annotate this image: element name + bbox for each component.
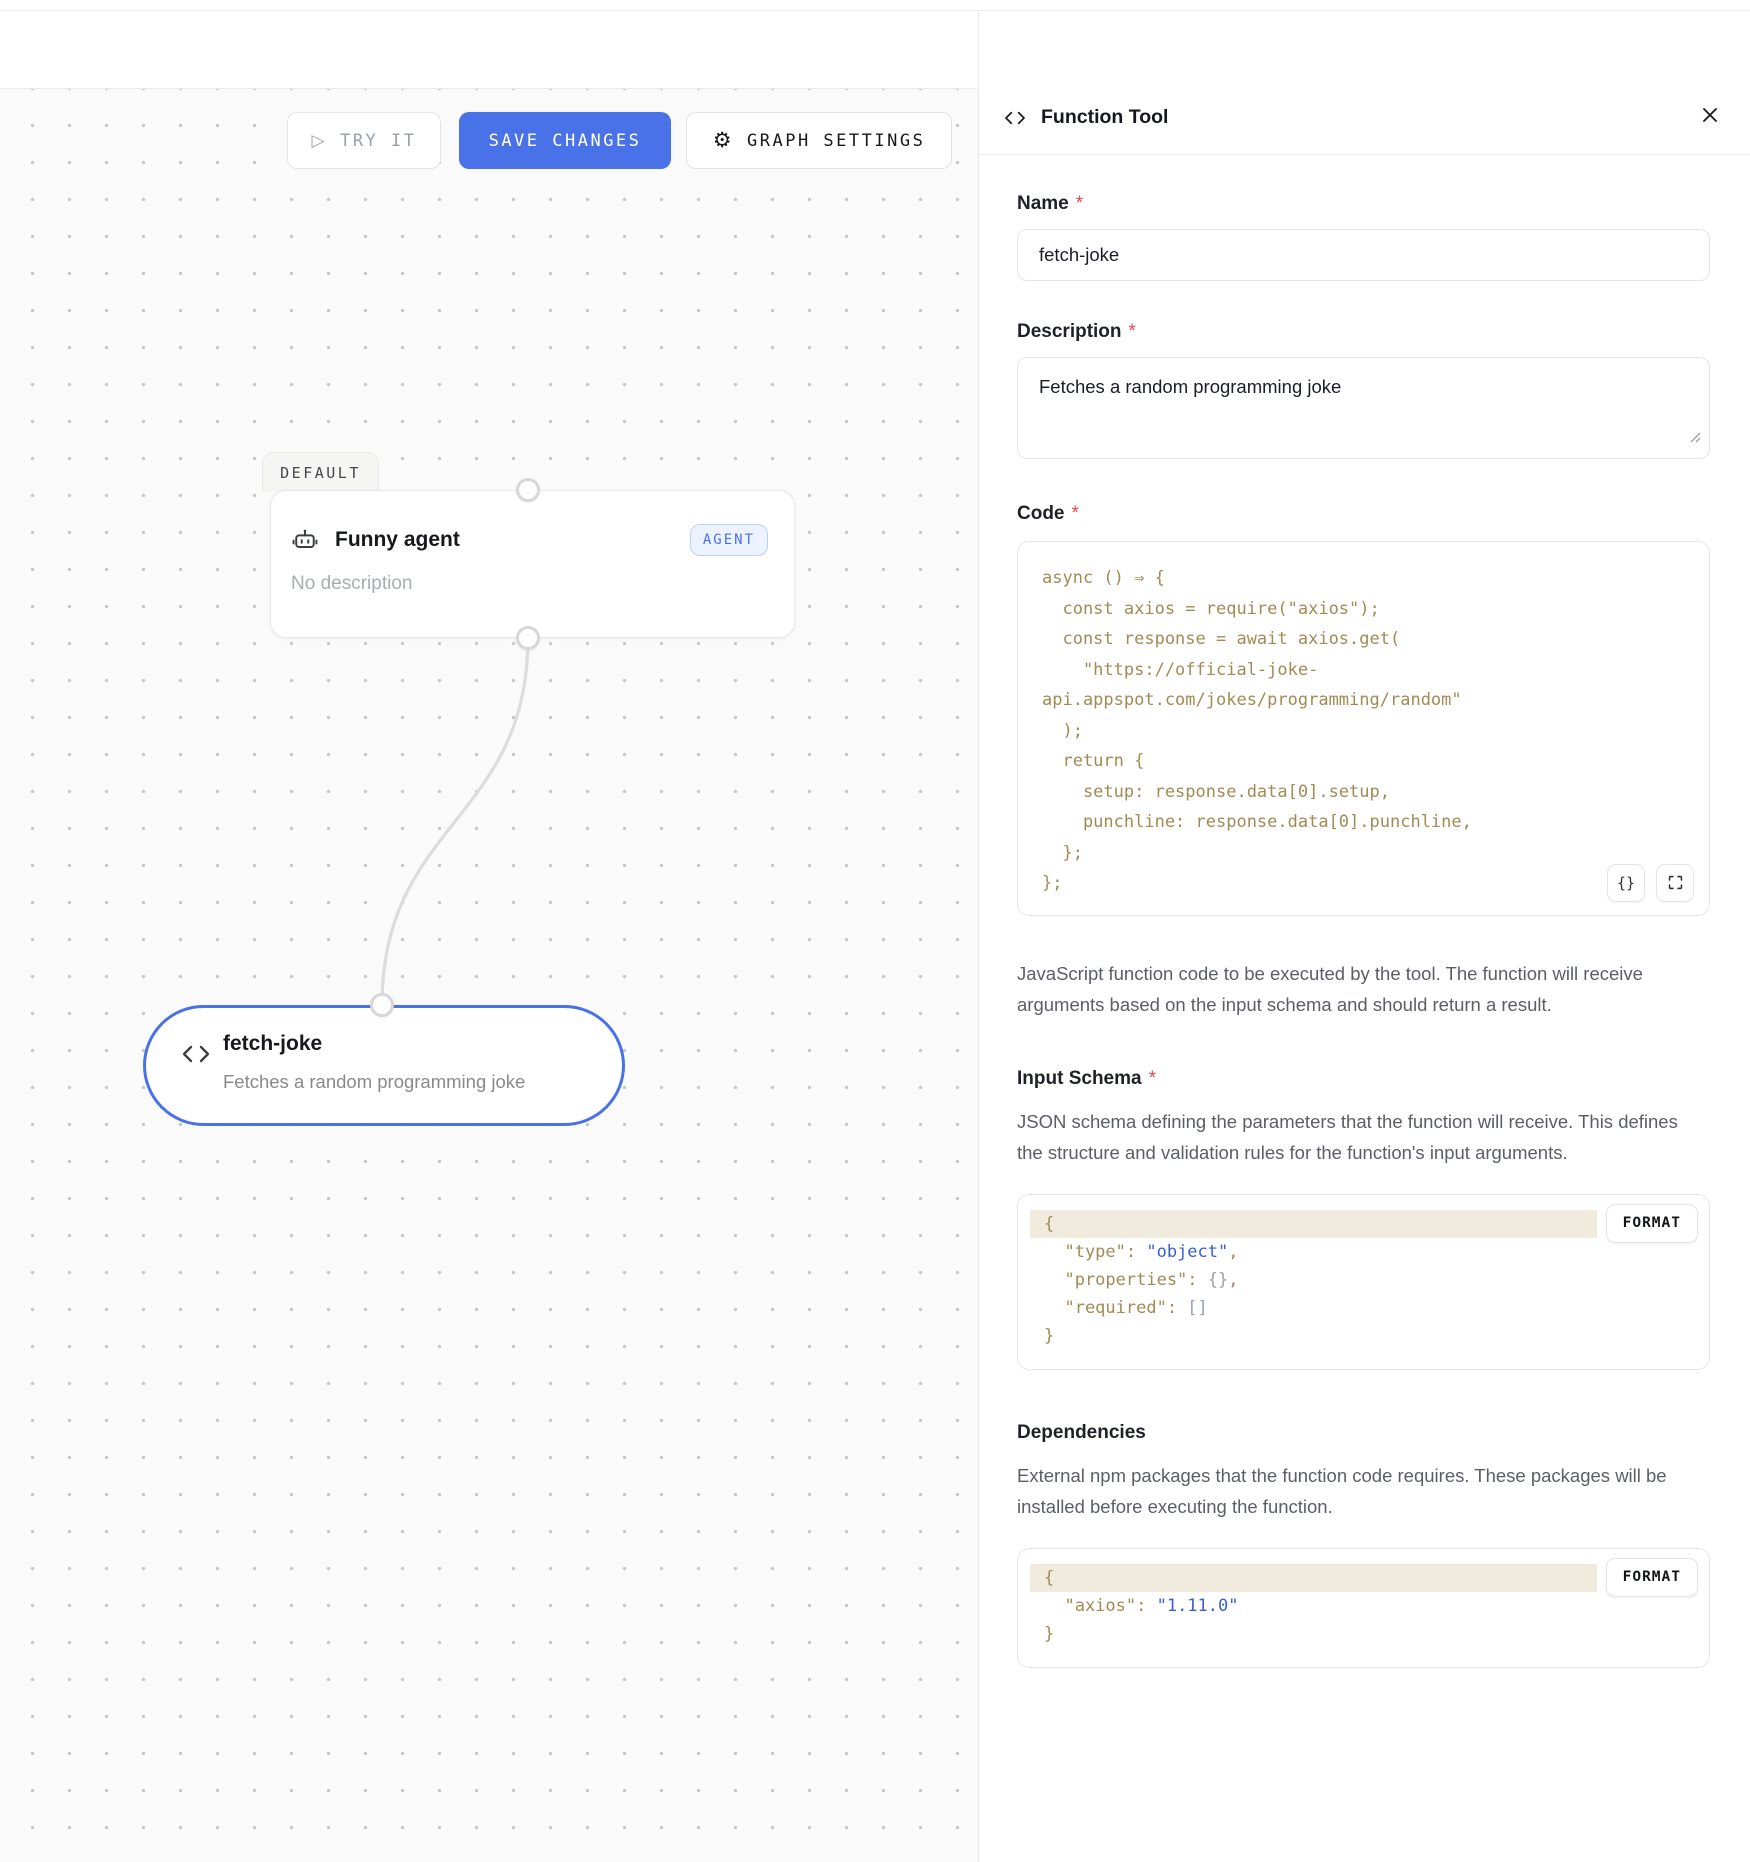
code-line: "axios": "1.11.0" [1018,1592,1709,1620]
agent-node-top-handle[interactable] [516,478,540,502]
name-field-label: Name * [1017,193,1710,215]
code-line: "required": [] [1018,1294,1709,1322]
description-textarea[interactable]: Fetches a random programming joke [1017,357,1710,459]
save-changes-label: SAVE CHANGES [489,131,642,151]
save-changes-button[interactable]: SAVE CHANGES [459,112,671,169]
braces-icon: {} [1617,874,1635,892]
format-schema-button[interactable]: FORMAT [1606,1204,1698,1243]
description-field-label: Description * [1017,321,1710,343]
agent-node-title: Funny agent [335,528,690,552]
code-help-text: JavaScript function code to be executed … [1017,958,1679,1020]
format-code-button[interactable]: {} [1607,864,1645,902]
expand-code-button[interactable] [1656,864,1694,902]
panel-title: Function Tool [1041,106,1696,129]
name-input[interactable] [1017,229,1710,281]
agent-node[interactable]: Funny agent AGENT No description [270,490,795,638]
code-line: "properties": {}, [1018,1266,1709,1294]
code-line: setup: response.data[0].setup, [1042,777,1689,808]
input-schema-editor[interactable]: FORMAT { "type": "object", "properties":… [1017,1194,1710,1370]
code-line: const response = await axios.get( [1042,624,1689,655]
code-line: api.appspot.com/jokes/programming/random… [1042,685,1689,716]
code-line: }; [1042,868,1689,899]
code-icon [1003,107,1027,129]
code-line: }; [1042,838,1689,869]
tool-node-fetch-joke[interactable]: fetch-joke Fetches a random programming … [143,1005,625,1126]
code-editor[interactable]: {} async () ⇒ { const axios = require("a… [1017,541,1710,916]
function-tool-panel: Function Tool Name * Description * Fetches… [978,11,1750,1862]
top-divider [0,10,1750,11]
required-mark: * [1072,503,1079,524]
input-schema-help-text: JSON schema defining the parameters that… [1017,1106,1679,1168]
dependencies-help-text: External npm packages that the function … [1017,1460,1679,1522]
description-textarea-wrap: Fetches a random programming joke [1017,357,1710,459]
code-line: async () ⇒ { [1042,563,1689,594]
robot-icon [291,526,319,554]
tool-node-description: Fetches a random programming joke [223,1071,525,1093]
edge-layer [0,89,978,1862]
close-panel-button[interactable] [1696,101,1724,129]
code-line: "https://official-joke- [1042,655,1689,686]
tool-node-title: fetch-joke [223,1032,322,1056]
edge-agent-to-tool[interactable] [382,638,528,1005]
input-schema-heading: Input Schema * [1017,1068,1710,1090]
required-mark: * [1076,193,1083,214]
code-field-label: Code * [1017,503,1710,525]
gear-icon: ⚙ [713,130,734,151]
code-line: } [1018,1620,1709,1648]
agent-node-description: No description [271,556,794,595]
code-editor-actions: {} [1607,864,1694,902]
code-line: "type": "object", [1018,1238,1709,1266]
tool-node-top-handle[interactable] [370,993,394,1017]
agent-type-badge: AGENT [690,524,768,556]
code-line: ); [1042,716,1689,747]
required-mark: * [1149,1068,1156,1089]
code-line: punchline: response.data[0].punchline, [1042,807,1689,838]
code-line: const axios = require("axios"); [1042,594,1689,625]
input-schema-label-text: Input Schema [1017,1068,1142,1089]
code-line: } [1018,1322,1709,1350]
name-label-text: Name [1017,193,1069,214]
group-tab-default[interactable]: DEFAULT [262,452,379,492]
try-it-label: TRY IT [340,131,416,151]
close-icon [1700,105,1720,125]
try-it-button[interactable]: ▷ TRY IT [287,112,441,169]
graph-canvas[interactable]: ▷ TRY IT SAVE CHANGES ⚙ GRAPH SETTINGS D… [0,88,978,1862]
panel-header: Function Tool [979,11,1750,155]
panel-body: Name * Description * Fetches a random prog… [979,193,1750,1708]
code-line: return { [1042,746,1689,777]
required-mark: * [1129,321,1136,342]
dependencies-heading: Dependencies [1017,1422,1710,1444]
description-label-text: Description [1017,321,1122,342]
fullscreen-icon [1667,874,1684,891]
agent-node-bottom-handle[interactable] [516,626,540,650]
format-dependencies-button[interactable]: FORMAT [1606,1558,1698,1597]
code-icon [180,1040,212,1068]
graph-settings-label: GRAPH SETTINGS [747,131,925,151]
group-tab-label: DEFAULT [280,464,361,482]
dependencies-editor[interactable]: FORMAT { "axios": "1.11.0"} [1017,1548,1710,1668]
code-label-text: Code [1017,503,1065,524]
graph-settings-button[interactable]: ⚙ GRAPH SETTINGS [686,112,952,169]
play-icon: ▷ [312,131,328,151]
